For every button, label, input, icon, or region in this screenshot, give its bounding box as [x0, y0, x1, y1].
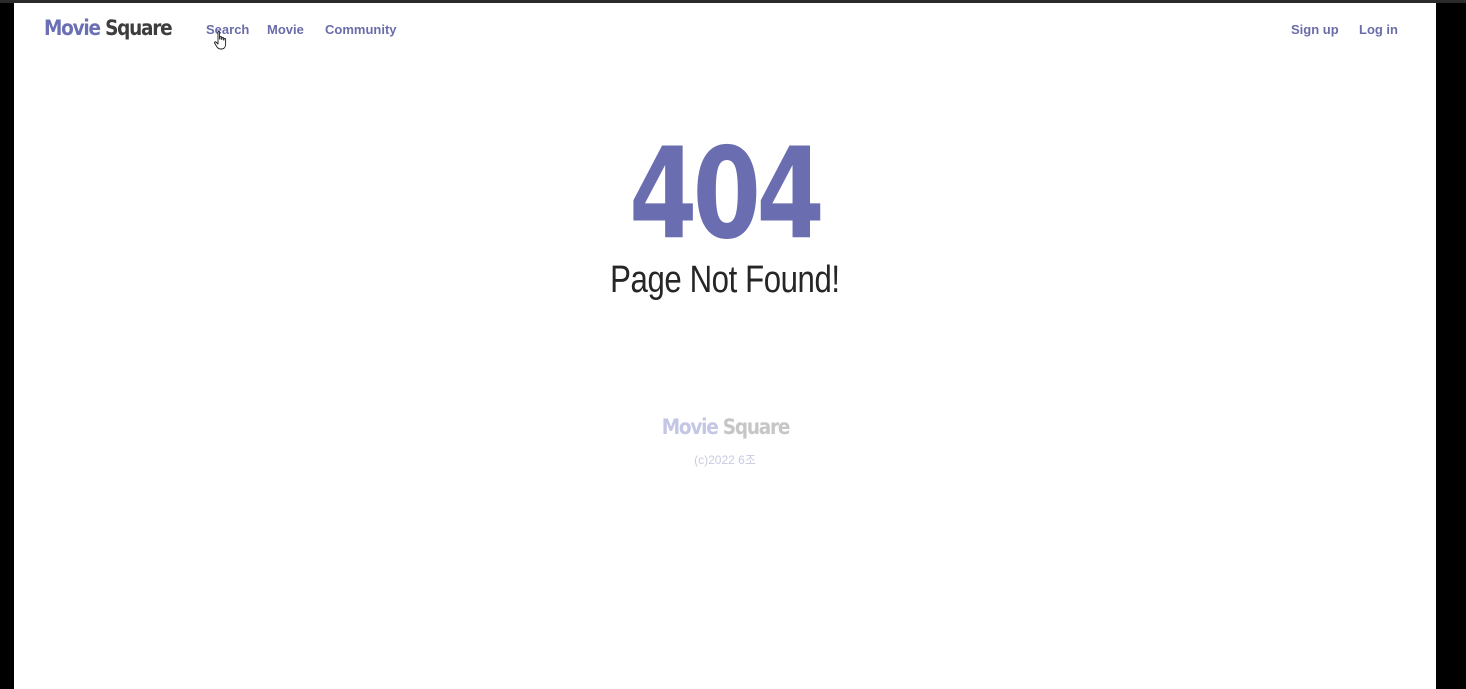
- log-in-link[interactable]: Log in: [1359, 22, 1398, 37]
- footer-brand: Movie Square: [14, 415, 1436, 439]
- footer-brand-wrap: Movie Square: [661, 415, 790, 439]
- brand-logo-part2: Square: [105, 16, 173, 40]
- page-viewport: Movie Square Search Movie Community Sign…: [14, 3, 1436, 689]
- error-message: Page Not Found!: [14, 255, 1436, 305]
- error-code-text: 404: [629, 120, 825, 267]
- footer-copyright: (c)2022 6조: [694, 453, 756, 467]
- nav-link-movie[interactable]: Movie: [267, 22, 304, 37]
- nav-link-community[interactable]: Community: [325, 22, 397, 37]
- footer-brand-part2: Square: [722, 415, 790, 439]
- error-code: 404: [14, 119, 1436, 269]
- hand-pointer-icon: [214, 31, 227, 50]
- navbar: Movie Square Search Movie Community Sign…: [14, 3, 1436, 59]
- brand-logo-part1: Movie: [44, 16, 101, 40]
- sign-up-link[interactable]: Sign up: [1291, 22, 1339, 37]
- brand-logo[interactable]: Movie Square: [44, 16, 173, 40]
- footer-brand-part1: Movie: [661, 415, 718, 439]
- error-message-text: Page Not Found!: [610, 259, 840, 301]
